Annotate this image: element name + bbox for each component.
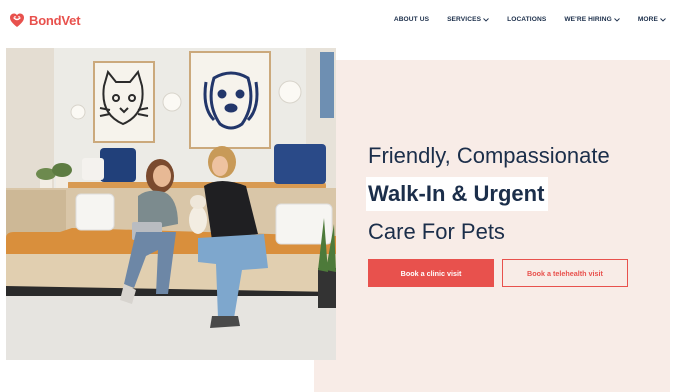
heart-shield-icon	[10, 13, 24, 27]
chevron-down-icon	[613, 17, 620, 22]
book-clinic-visit-button[interactable]: Book a clinic visit	[368, 259, 494, 287]
hero-photo	[6, 48, 336, 360]
nav-label: LOCATIONS	[507, 16, 547, 23]
hero-headline: Friendly, Compassionate Walk-In & Urgent…	[366, 137, 610, 251]
nav-more[interactable]: MORE	[638, 16, 666, 23]
nav-about-us[interactable]: ABOUT US	[394, 16, 429, 23]
headline-line-1: Friendly, Compassionate	[368, 143, 610, 168]
logo-text: BondVet	[29, 12, 81, 28]
nav-services[interactable]: SERVICES	[447, 16, 489, 23]
button-label: Book a clinic visit	[400, 268, 462, 278]
main-nav: ABOUT US SERVICES LOCATIONS WE'RE HIRING…	[376, 16, 666, 23]
nav-locations[interactable]: LOCATIONS	[507, 16, 546, 23]
chevron-down-icon	[483, 17, 489, 22]
nav-label: SERVICES	[447, 16, 482, 23]
nav-label: ABOUT US	[393, 16, 430, 23]
logo[interactable]: BondVet	[9, 12, 81, 28]
headline-line-3: Care For Pets	[368, 219, 505, 244]
nav-were-hiring[interactable]: WE'RE HIRING	[564, 16, 620, 23]
chevron-down-icon	[660, 17, 666, 22]
nav-label: MORE	[637, 16, 658, 23]
button-label: Book a telehealth visit	[527, 268, 603, 278]
nav-label: WE'RE HIRING	[564, 16, 612, 23]
site-header: BondVet ABOUT US SERVICES LOCATIONS WE'R…	[0, 0, 680, 44]
book-telehealth-visit-button[interactable]: Book a telehealth visit	[502, 259, 628, 287]
headline-line-2-highlight: Walk-In & Urgent	[366, 177, 549, 211]
